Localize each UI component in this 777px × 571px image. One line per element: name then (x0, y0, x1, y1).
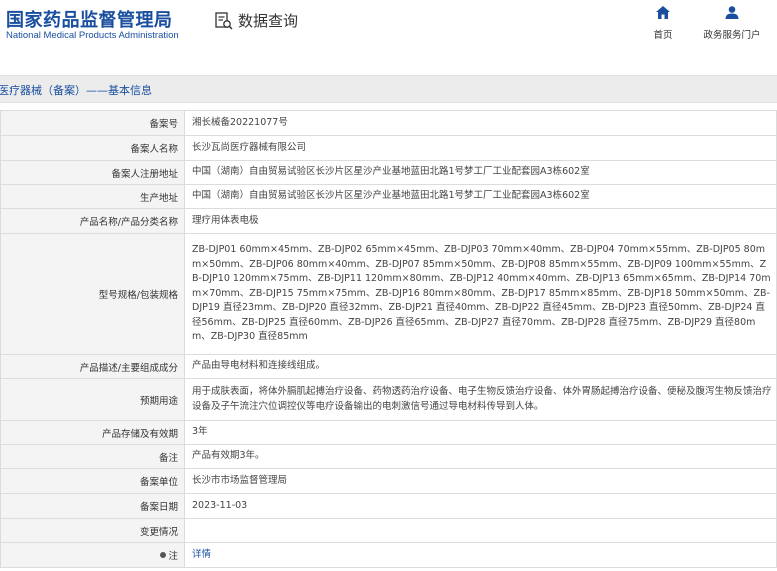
row-value: ZB-DJP01 60mm×45mm、ZB-DJP02 65mm×45mm、ZB… (184, 233, 777, 355)
row-label: 生产地址 (0, 184, 185, 209)
site-header: 国家药品监督管理局 National Medical Products Admi… (0, 0, 777, 50)
table-row: 预期用途 用于成肤表面，将体外膈肌起搏治疗设备、药物透药治疗设备、电子生物反馈治… (0, 378, 777, 421)
home-icon (656, 6, 670, 19)
table-row: 型号规格/包装规格 ZB-DJP01 60mm×45mm、ZB-DJP02 65… (0, 233, 777, 355)
table-row: 备案日期 2023-11-03 (0, 493, 777, 519)
logo-title[interactable]: 国家药品监督管理局 (6, 6, 173, 32)
row-label: 备案日期 (0, 493, 185, 519)
row-label: 备案人名称 (0, 135, 185, 161)
row-label: 备注 (0, 444, 185, 469)
data-query-label: 数据查询 (238, 12, 299, 30)
row-label: 产品描述/主要组成成分 (0, 354, 185, 379)
table-row: 备案人名称 长沙瓦尚医疗器械有限公司 (0, 135, 777, 161)
row-value: 长沙市市场监督管理局 (184, 468, 777, 494)
row-label: 备案号 (0, 110, 185, 136)
data-query-link[interactable]: 数据查询 (214, 10, 298, 31)
breadcrumb: 医疗器械（备案）——基本信息 (0, 75, 777, 103)
row-value: 3年 (184, 420, 777, 445)
table-row: 产品描述/主要组成成分 产品由导电材料和连接线组成。 (0, 354, 777, 379)
row-label: 预期用途 (0, 378, 185, 421)
nav-home-label: 首页 (653, 30, 673, 41)
table-row: 备案人注册地址 中国（湖南）自由贸易试验区长沙片区星沙产业基地蓝田北路1号梦工厂… (0, 160, 777, 185)
row-value: 产品由导电材料和连接线组成。 (184, 354, 777, 379)
pin-icon (160, 552, 167, 558)
row-value: 中国（湖南）自由贸易试验区长沙片区星沙产业基地蓝田北路1号梦工厂工业配套园A3栋… (184, 160, 777, 185)
table-row: 注 详情 (0, 542, 777, 568)
logo-subtitle[interactable]: National Medical Products Administration (6, 30, 179, 41)
nav-service-portal[interactable]: 政务服务门户 (700, 6, 764, 43)
row-value: 中国（湖南）自由贸易试验区长沙片区星沙产业基地蓝田北路1号梦工厂工业配套园A3栋… (184, 184, 777, 209)
row-value: 2023-11-03 (184, 493, 777, 519)
row-value: 湘长械备20221077号 (184, 110, 777, 136)
row-label: 型号规格/包装规格 (0, 233, 185, 355)
row-label: 备案单位 (0, 468, 185, 494)
header-spacer (0, 50, 777, 75)
user-icon (725, 6, 739, 19)
row-value: 详情 (184, 542, 777, 568)
note-label: 注 (168, 551, 178, 562)
table-row: 备案号 湘长械备20221077号 (0, 110, 777, 136)
detail-table: 备案号 湘长械备20221077号 备案人名称 长沙瓦尚医疗器械有限公司 备案人… (0, 110, 777, 568)
row-value: 产品有效期3年。 (184, 444, 777, 469)
row-label: 备案人注册地址 (0, 160, 185, 185)
row-value: 用于成肤表面，将体外膈肌起搏治疗设备、药物透药治疗设备、电子生物反馈治疗设备、体… (184, 378, 777, 421)
table-row: 备注 产品有效期3年。 (0, 444, 777, 469)
details-link[interactable]: 详情 (192, 549, 211, 560)
table-row: 产品名称/产品分类名称 理疗用体表电极 (0, 208, 777, 234)
table-row: 产品存储及有效期 3年 (0, 420, 777, 445)
nav-service-label: 政务服务门户 (703, 30, 761, 41)
nav-home[interactable]: 首页 (648, 6, 678, 43)
row-value: 理疗用体表电极 (184, 208, 777, 234)
row-value (184, 518, 777, 543)
table-row: 备案单位 长沙市市场监督管理局 (0, 468, 777, 494)
table-row: 生产地址 中国（湖南）自由贸易试验区长沙片区星沙产业基地蓝田北路1号梦工厂工业配… (0, 184, 777, 209)
row-label: 产品存储及有效期 (0, 420, 185, 445)
row-label-note: 注 (0, 542, 185, 568)
table-row: 变更情况 (0, 518, 777, 543)
row-label: 变更情况 (0, 518, 185, 543)
row-value: 长沙瓦尚医疗器械有限公司 (184, 135, 777, 161)
breadcrumb-text: 医疗器械（备案）——基本信息 (0, 84, 152, 97)
row-label: 产品名称/产品分类名称 (0, 208, 185, 234)
search-document-icon (215, 11, 233, 30)
